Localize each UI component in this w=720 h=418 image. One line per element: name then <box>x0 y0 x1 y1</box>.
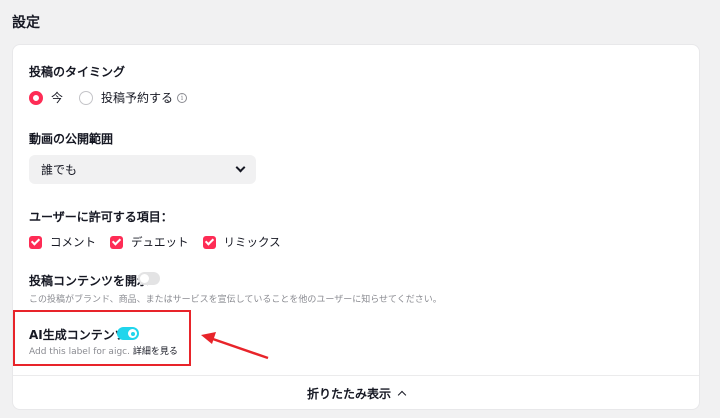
disclose-toggle[interactable] <box>138 272 160 285</box>
checkbox-duet-box[interactable] <box>110 235 123 249</box>
chevron-down-icon <box>235 162 246 173</box>
visibility-select[interactable]: 誰でも <box>29 155 256 184</box>
radio-now[interactable]: 今 <box>29 89 63 106</box>
collapse-label: 折りたたみ表示 <box>306 387 391 401</box>
checkbox-remix-label: リミックス <box>223 235 281 249</box>
timing-label: 投稿のタイミング <box>29 65 126 79</box>
permissions-checkbox-group: コメント デュエット リミックス <box>29 234 295 250</box>
radio-now-indicator[interactable] <box>29 90 43 105</box>
permissions-label: ユーザーに許可する項目： <box>29 210 173 224</box>
visibility-selected-value: 誰でも <box>41 163 78 177</box>
section-title: 設定 <box>12 15 40 31</box>
radio-schedule-indicator[interactable] <box>79 90 94 105</box>
radio-now-label: 今 <box>51 91 64 105</box>
checkbox-remix[interactable]: リミックス <box>202 234 281 250</box>
checkbox-duet[interactable]: デュエット <box>110 234 189 250</box>
checkbox-comment-box[interactable] <box>29 235 42 249</box>
visibility-label: 動画の公開範囲 <box>29 132 114 146</box>
disclose-description: この投稿がブランド、商品、またはサービスを宣伝していることを他のユーザーに知らせ… <box>29 295 442 305</box>
disclose-label: 投稿コンテンツを開示 <box>29 274 150 288</box>
radio-schedule-label: 投稿予約する <box>101 91 174 105</box>
chevron-up-icon <box>397 390 407 400</box>
checkbox-remix-box[interactable] <box>202 235 216 249</box>
toggle-knob <box>140 274 149 283</box>
checkbox-duet-label: デュエット <box>131 235 189 249</box>
collapse-button[interactable]: 折りたたみ表示 <box>13 376 699 411</box>
timing-radio-group: 今 投稿予約する i <box>29 89 203 106</box>
radio-schedule[interactable]: 投稿予約する i <box>79 89 188 106</box>
checkbox-comment-label: コメント <box>50 235 96 249</box>
checkbox-comment[interactable]: コメント <box>29 234 96 250</box>
info-icon[interactable]: i <box>177 92 188 103</box>
annotation-highlight-box <box>13 310 191 366</box>
